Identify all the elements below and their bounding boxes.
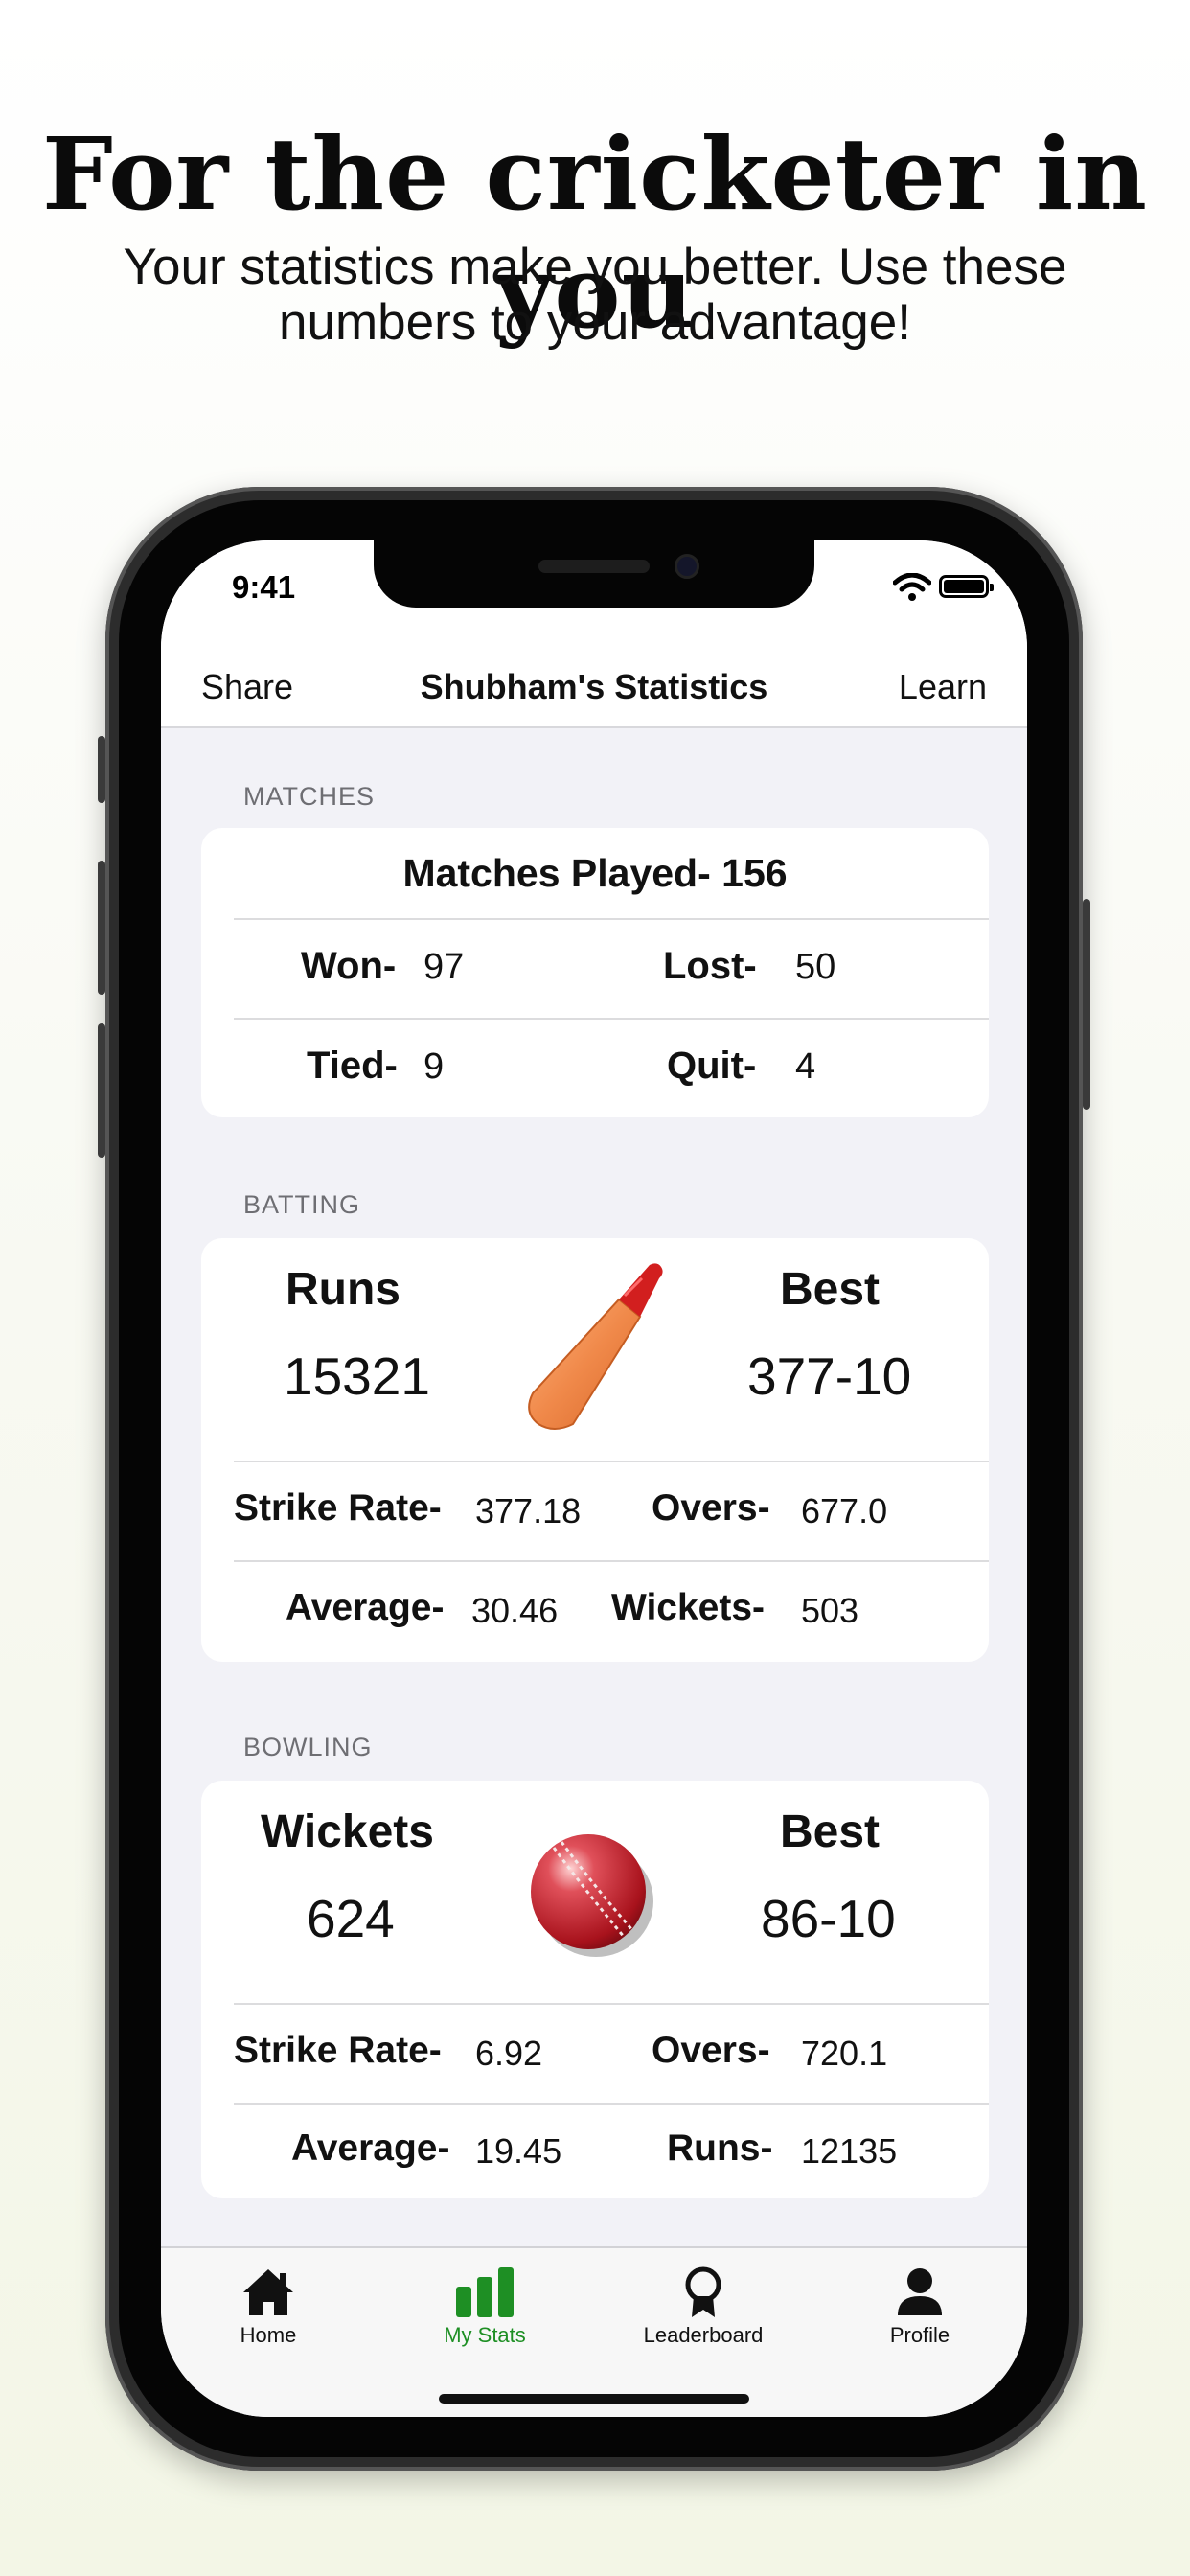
batting-wickets-value: 503 (801, 1591, 859, 1630)
quit-label: Quit- (667, 1045, 757, 1087)
navigation-bar: Share Shubham's Statistics Learn (161, 656, 1027, 728)
bowling-average-label: Average- (291, 2128, 450, 2169)
bowling-runs-label: Runs- (667, 2128, 773, 2169)
bowling-wickets-label: Wickets (261, 1806, 434, 1857)
tab-home[interactable]: Home (172, 2266, 364, 2348)
home-icon (243, 2269, 293, 2315)
batting-strike-rate-label: Strike Rate- (234, 1487, 442, 1529)
award-ribbon-icon (685, 2266, 721, 2317)
wifi-icon (893, 573, 931, 601)
status-time: 9:41 (232, 569, 296, 605)
battery-icon (939, 575, 994, 598)
matches-played: Matches Played- 156 (402, 851, 788, 895)
batting-overs-value: 677.0 (801, 1491, 888, 1530)
tab-leaderboard[interactable]: Leaderboard (607, 2266, 799, 2348)
quit-value: 4 (795, 1046, 816, 1087)
runs-label: Runs (286, 1264, 400, 1315)
app-screen: 9:41 Share Shubham's Statistics Learn MA… (161, 540, 1027, 2417)
bowling-wickets-value: 624 (307, 1889, 395, 1948)
bowling-average-value: 19.45 (475, 2131, 562, 2171)
batting-best-value: 377-10 (747, 1346, 912, 1406)
batting-strike-rate-value: 377.18 (475, 1491, 582, 1530)
bowling-runs-value: 12135 (801, 2131, 898, 2171)
tab-my-stats[interactable]: My Stats (389, 2266, 581, 2348)
batting-wickets-label: Wickets- (611, 1587, 766, 1628)
tab-my-stats-label: My Stats (444, 2323, 526, 2347)
batting-best-label: Best (780, 1264, 881, 1315)
bowling-overs-label: Overs- (652, 2030, 770, 2071)
promo-subline: Your statistics make you better. Use the… (123, 239, 1067, 351)
batting-average-value: 30.46 (471, 1591, 559, 1630)
bowling-overs-value: 720.1 (801, 2034, 888, 2073)
batting-average-label: Average- (286, 1587, 445, 1628)
batting-overs-label: Overs- (652, 1487, 770, 1529)
tab-home-label: Home (240, 2323, 297, 2347)
bowling-strike-rate-label: Strike Rate- (234, 2030, 442, 2071)
cricket-ball-icon (531, 1834, 653, 1957)
tied-value: 9 (423, 1046, 445, 1087)
batting-card: Runs 15321 Best 377-10 Strike Rate- 377.… (201, 1238, 989, 1662)
learn-button[interactable]: Learn (899, 667, 987, 707)
person-icon (898, 2268, 942, 2315)
bowling-best-value: 86-10 (761, 1889, 896, 1948)
tied-label: Tied- (307, 1045, 398, 1087)
tab-profile-label: Profile (889, 2323, 950, 2347)
bowling-card: Wickets 624 Best 86-10 Strike Rate- 6.92… (201, 1781, 989, 2198)
bowling-strike-rate-value: 6.92 (475, 2034, 543, 2073)
lost-value: 50 (795, 947, 836, 987)
home-indicator[interactable] (439, 2394, 749, 2404)
tab-bar: Home My Stats Leaderboard Profile (161, 2246, 1027, 2417)
won-value: 97 (423, 947, 465, 987)
lost-label: Lost- (663, 945, 757, 987)
bowling-best-label: Best (780, 1806, 881, 1857)
page-title: Shubham's Statistics (420, 667, 768, 706)
matches-section-label: MATCHES (243, 782, 376, 811)
tab-leaderboard-label: Leaderboard (643, 2323, 764, 2347)
batting-section-label: BATTING (243, 1190, 361, 1219)
bar-chart-icon (456, 2267, 514, 2317)
notch (374, 540, 814, 608)
cricket-bat-icon (528, 1263, 663, 1430)
runs-value: 15321 (284, 1346, 430, 1406)
phone-frame: 9:41 Share Shubham's Statistics Learn MA… (98, 487, 1090, 2471)
bowling-section-label: BOWLING (243, 1733, 373, 1761)
matches-card: Matches Played- 156 Won- 97 Lost- 50 Tie… (201, 828, 989, 1117)
tab-profile[interactable]: Profile (824, 2266, 1016, 2348)
won-label: Won- (301, 945, 397, 987)
